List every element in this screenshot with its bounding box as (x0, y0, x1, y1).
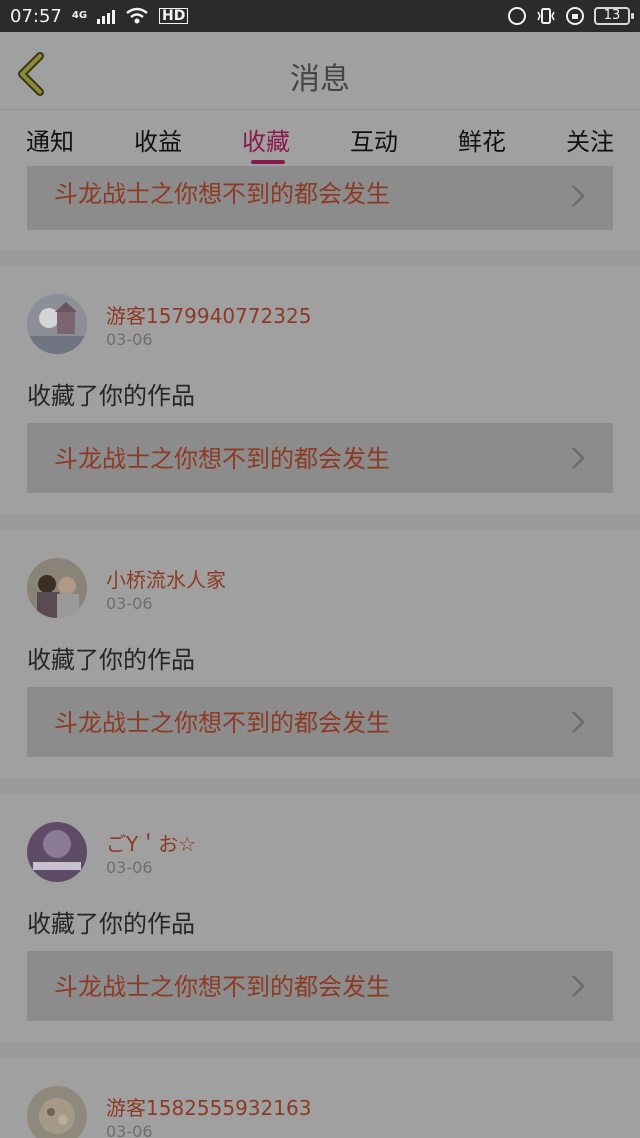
message-card: 小桥流水人家 03-06 收藏了你的作品 斗龙战士之你想不到的都会发生 (0, 530, 640, 778)
message-card-partial: 斗龙战士之你想不到的都会发生 (0, 166, 640, 250)
data-saver-icon (508, 7, 526, 25)
status-time: 07:57 (10, 5, 62, 27)
vibrate-icon (537, 8, 555, 24)
avatar[interactable] (27, 822, 87, 882)
message-card: 游客1582555932163 03-06 (0, 1058, 640, 1138)
work-title: 斗龙战士之你想不到的都会发生 (54, 709, 390, 737)
message-card: ごY＇お☆ 03-06 收藏了你的作品 斗龙战士之你想不到的都会发生 (0, 794, 640, 1042)
chevron-right-icon (572, 185, 585, 207)
rotation-lock-icon (566, 7, 584, 25)
message-date: 03-06 (106, 858, 153, 877)
user-name[interactable]: 小桥流水人家 (106, 564, 226, 593)
work-link[interactable]: 斗龙战士之你想不到的都会发生 (27, 951, 613, 1021)
work-link[interactable]: 斗龙战士之你想不到的都会发生 (27, 423, 613, 493)
user-name[interactable]: 游客1579940772325 (106, 300, 311, 329)
message-list[interactable]: 斗龙战士之你想不到的都会发生 游客1579940772325 03-06 收藏了… (0, 166, 640, 1138)
message-card: 游客1579940772325 03-06 收藏了你的作品 斗龙战士之你想不到的… (0, 266, 640, 514)
action-text: 收藏了你的作品 (27, 646, 195, 674)
message-date: 03-06 (106, 330, 153, 349)
message-date: 03-06 (106, 1122, 153, 1138)
message-date: 03-06 (106, 594, 153, 613)
chevron-right-icon (572, 711, 585, 733)
work-title: 斗龙战士之你想不到的都会发生 (54, 445, 390, 473)
wifi-icon (126, 7, 148, 24)
work-title: 斗龙战士之你想不到的都会发生 (54, 180, 390, 208)
user-name[interactable]: 游客1582555932163 (106, 1092, 311, 1121)
user-name[interactable]: ごY＇お☆ (106, 828, 196, 857)
action-text: 收藏了你的作品 (27, 382, 195, 410)
page-title: 消息 (290, 62, 350, 97)
network-type: 4G (71, 10, 88, 21)
hd-badge: HD (159, 8, 189, 24)
status-left: 07:57 4G HD (10, 5, 189, 27)
chevron-right-icon (572, 975, 585, 997)
action-text: 收藏了你的作品 (27, 910, 195, 938)
avatar[interactable] (27, 294, 87, 354)
message-tabs: 通知 收益 收藏 互动 鲜花 关注 (0, 110, 640, 166)
work-link[interactable]: 斗龙战士之你想不到的都会发生 (27, 166, 613, 230)
status-bar: 07:57 4G HD 13 (0, 0, 640, 32)
battery-indicator: 13 (594, 7, 634, 25)
work-title: 斗龙战士之你想不到的都会发生 (54, 973, 390, 1001)
chevron-right-icon (572, 447, 585, 469)
avatar[interactable] (27, 558, 87, 618)
signal-icon (97, 8, 116, 24)
status-right: 13 (508, 7, 634, 25)
avatar[interactable] (27, 1086, 87, 1138)
work-link[interactable]: 斗龙战士之你想不到的都会发生 (27, 687, 613, 757)
app-header: 消息 (0, 32, 640, 110)
